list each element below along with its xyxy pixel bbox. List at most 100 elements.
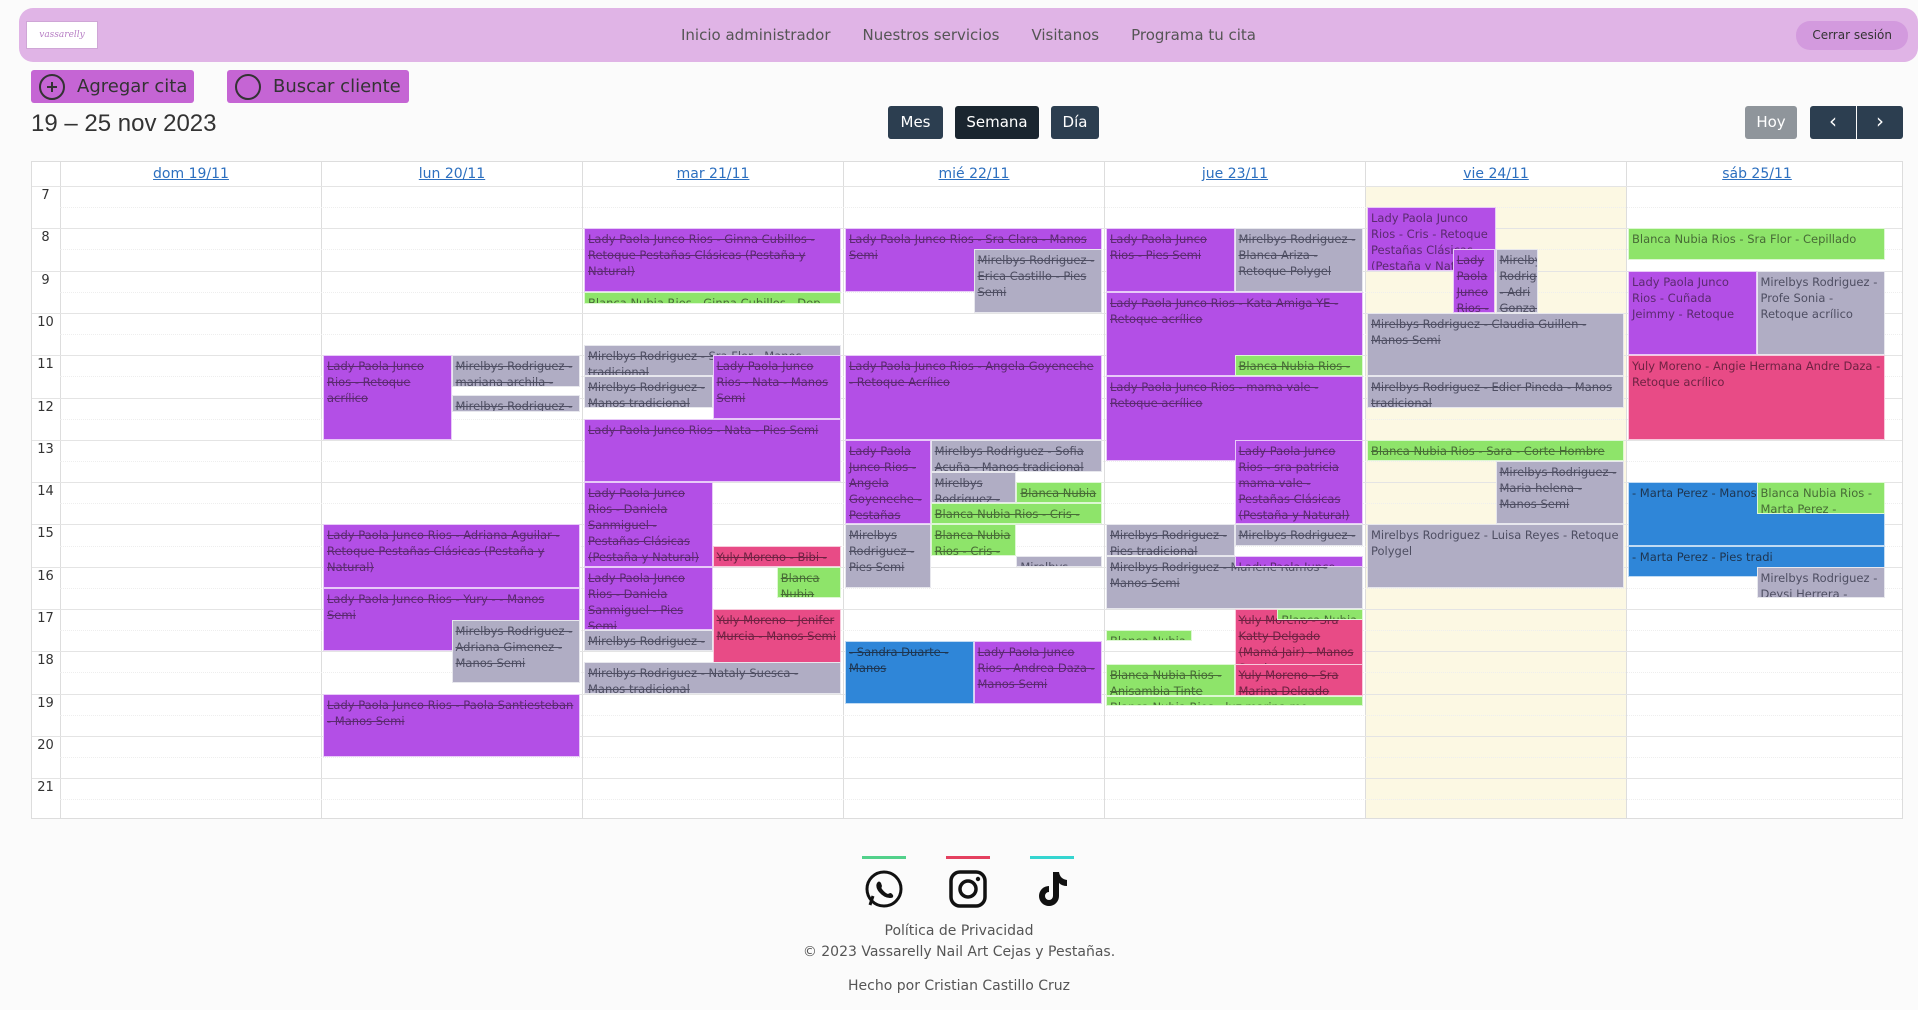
appointment-event[interactable]: Blanca Nubia R — [1106, 630, 1192, 641]
today-button[interactable]: Hoy — [1745, 106, 1797, 139]
day-column[interactable] — [60, 186, 321, 818]
appointment-event[interactable]: Mirelbys Rodriguez - Manos tra — [584, 630, 713, 652]
appointment-event[interactable]: Lady Paola Junco Rios - Angela Goyeneche… — [845, 355, 1102, 440]
logout-button[interactable]: Cerrar sesión — [1796, 21, 1908, 50]
appointment-event[interactable]: Lady Paola Junco Rios - Nata - Manos Sem… — [712, 355, 841, 419]
day-header-link[interactable]: sáb 25/11 — [1722, 166, 1792, 182]
week-calendar: dom 19/11 lun 20/11 mar 21/11 mié 22/11 jue … — [31, 161, 1903, 819]
hour-label: 13 — [37, 441, 54, 457]
appointment-event[interactable]: Lady Paola Junco Rios - Retoque acrílico — [323, 355, 452, 440]
appointment-event[interactable]: Mirelbys Rodriguez - Sofia Acuña - Pies — [930, 471, 1017, 504]
search-client-button[interactable]: Buscar cliente — [227, 70, 409, 103]
appointment-event[interactable]: Mirelbys Rodriguez - Deysi Herrera - — [1756, 566, 1885, 599]
appointment-event[interactable]: Blanca Nubia Rios - Cris - Cepillado — [930, 524, 1017, 557]
appointment-event[interactable]: Mirelbys Rodriguez - Edier Pineda - Mano… — [1367, 376, 1624, 409]
appointment-event[interactable]: Blanca Nubia Rios - — [776, 566, 841, 599]
appointment-event[interactable]: Lady Paola Junco Rios - Andrea Daza - Ma… — [973, 640, 1102, 705]
day-header-link[interactable]: dom 19/11 — [153, 166, 229, 182]
navbar: vassarelly Inicio administrador Nuestros… — [19, 8, 1918, 62]
whatsapp-link[interactable] — [862, 856, 906, 910]
view-day-button[interactable]: Día — [1051, 106, 1099, 139]
appointment-event[interactable]: Blanca Nubia Rios - luz marina mo — [1106, 695, 1363, 707]
appointment-event[interactable]: Blanca Nubia — [1277, 609, 1363, 620]
instagram-accent-bar — [946, 856, 990, 859]
appointment-event[interactable]: Blanca Nubia Rios - Sra Flor - Cepillado — [1628, 228, 1885, 261]
appointment-event[interactable]: Yuly Moreno - Angie Hermana Andre Daza -… — [1628, 355, 1885, 440]
half-hour-gridline — [60, 757, 1902, 759]
chevron-right-icon: › — [1876, 109, 1884, 133]
appointment-event[interactable]: Lady Paola Junco Rios - Adri Gonzalez - … — [1452, 249, 1496, 313]
appointment-event[interactable]: Mirelbys Rodriguez - Manos tradicional — [584, 376, 713, 409]
appointment-event[interactable]: Lady Paola Junco Rios - Angela Goyeneche… — [845, 439, 931, 525]
add-appointment-label: Agregar cita — [77, 76, 188, 97]
appointment-event[interactable]: Lady Paola Junco Rios - Adriana Aguilar … — [323, 524, 580, 588]
appointment-event[interactable]: Mirelbys — [1016, 556, 1102, 567]
search-client-label: Buscar cliente — [273, 76, 401, 97]
appointment-event[interactable]: Lady Paola Junco Rios - Cuñada Jeimmy - … — [1628, 270, 1757, 356]
nav-visitanos[interactable]: Visitanos — [1031, 26, 1099, 44]
privacy-link[interactable]: Política de Privacidad — [0, 923, 1918, 939]
half-hour-gridline — [60, 799, 1902, 801]
day-header-link[interactable]: jue 23/11 — [1202, 166, 1268, 182]
appointment-event[interactable]: Mirelbys Rodriguez - — [451, 395, 580, 413]
appointment-event[interactable]: Mirelbys Rodriguez - Claudia Guillen - M… — [1367, 312, 1624, 377]
tiktok-icon — [1030, 868, 1074, 910]
appointment-event[interactable]: Blanca Nubia Rios - Anisambia Tinte — [1106, 663, 1235, 696]
appointment-event[interactable]: Blanca Nubia Rios - Sara - Corte Hombre — [1367, 439, 1624, 461]
nav-inicio-administrador[interactable]: Inicio administrador — [681, 26, 831, 44]
appointment-event[interactable]: Mirelbys Rodriguez - Nataly Suesca - Man… — [584, 661, 841, 694]
view-week-button[interactable]: Semana — [955, 106, 1039, 139]
appointment-event[interactable]: Lady Paola Junco Rios - Daniela Sanmigue… — [584, 482, 713, 567]
tiktok-link[interactable] — [1030, 856, 1074, 910]
appointment-event[interactable]: Mirelbys Rodriguez - mariana archila - — [451, 355, 580, 387]
day-header-link[interactable]: mié 22/11 — [939, 166, 1010, 182]
prev-week-button[interactable]: ‹ — [1810, 106, 1856, 139]
next-week-button[interactable]: › — [1857, 106, 1903, 139]
day-header: mar 21/11 — [582, 162, 843, 186]
date-range-title: 19 – 25 nov 2023 — [31, 110, 217, 137]
appointment-event[interactable]: Lady Paola Junco Rios - Pies Semi — [1106, 228, 1235, 292]
appointment-event[interactable]: Mirelbys Rodriguez - Pies Semi — [845, 524, 931, 588]
appointment-event[interactable]: Blanca Nubia Rios - — [1234, 355, 1363, 377]
hour-label: 9 — [41, 272, 50, 288]
hour-label: 7 — [41, 188, 50, 203]
day-header-link[interactable]: mar 21/11 — [677, 166, 750, 182]
add-appointment-button[interactable]: Agregar cita — [31, 70, 194, 103]
appointment-event[interactable]: Mirelbys Rodriguez - Sofia Acuña - Manos… — [930, 439, 1102, 472]
appointment-event[interactable]: Mirelbys Rodriguez - Adriana Gimenez - M… — [451, 619, 580, 683]
instagram-link[interactable] — [946, 856, 990, 910]
appointment-event[interactable]: Mirelbys Rodriguez - Erica Castillo - Pi… — [973, 249, 1102, 313]
appointment-event[interactable]: Yuly Moreno - Sra Marina Delgado — [1234, 663, 1363, 696]
appointment-event[interactable]: Yuly Moreno - Bibi - Manos tradi — [712, 545, 841, 567]
hour-label: 12 — [37, 399, 54, 415]
appointment-event[interactable]: Lady Paola Junco Rios - Daniela Sanmigue… — [584, 566, 713, 631]
appointment-event[interactable]: Lady Paola Junco Rios - Nata - Pies Semi — [584, 418, 841, 483]
appointment-event[interactable]: Blanca Nubia Rios — [1016, 482, 1102, 504]
nav-nuestros-servicios[interactable]: Nuestros servicios — [863, 26, 1000, 44]
nav-links: Inicio administrador Nuestros servicios … — [19, 8, 1918, 62]
appointment-event[interactable]: Blanca Nubia Rios - Marta Perez - — [1756, 482, 1885, 514]
appointment-event[interactable]: Blanca Nubia Rios - Cris - — [930, 503, 1102, 525]
appointment-event[interactable]: Mirelbys Rodriguez - Luisa Reyes - Retoq… — [1367, 524, 1624, 588]
appointment-event[interactable]: Mirelbys Rodriguez - Maria helena - Mano… — [1495, 460, 1624, 525]
search-icon — [235, 73, 261, 100]
day-header-link[interactable]: lun 20/11 — [419, 166, 485, 182]
nav-programa-tu-cita[interactable]: Programa tu cita — [1131, 26, 1256, 44]
appointment-event[interactable]: Lady Paola Junco Rios - Ginna Cubillos -… — [584, 228, 841, 292]
appointment-event[interactable]: Mirelbys Rodriguez - — [1234, 524, 1363, 546]
hour-label: 10 — [37, 314, 54, 330]
appointment-event[interactable]: - Sandra Duarte - Manos — [845, 640, 974, 705]
appointment-event[interactable]: Mirelbys Rodriguez - Blanca Ariza - Reto… — [1234, 228, 1363, 292]
appointment-event[interactable]: Blanca Nubia Rios - Ginna Cubillos - Dep — [584, 291, 841, 305]
appointment-event[interactable]: Mirelbys Rodriguez - Pies tradicional — [1106, 524, 1235, 557]
hour-gridline — [32, 186, 1902, 187]
appointment-event[interactable]: Lady Paola Junco Rios - sra patricia mam… — [1234, 439, 1363, 525]
appointment-event[interactable]: Mirelbys Rodriguez - Adri Gonzalez - — [1495, 249, 1539, 313]
day-header-link[interactable]: vie 24/11 — [1463, 166, 1529, 182]
appointment-event[interactable]: Lady Paola Junco Rios - sra — [1234, 556, 1363, 567]
day-header: jue 23/11 — [1104, 162, 1365, 186]
instagram-icon — [946, 868, 990, 910]
appointment-event[interactable]: Mirelbys Rodriguez - Profe Sonia - Retoq… — [1756, 270, 1885, 356]
appointment-event[interactable]: Lady Paola Junco Rios - Paola Santiesteb… — [323, 693, 580, 758]
view-month-button[interactable]: Mes — [888, 106, 943, 139]
